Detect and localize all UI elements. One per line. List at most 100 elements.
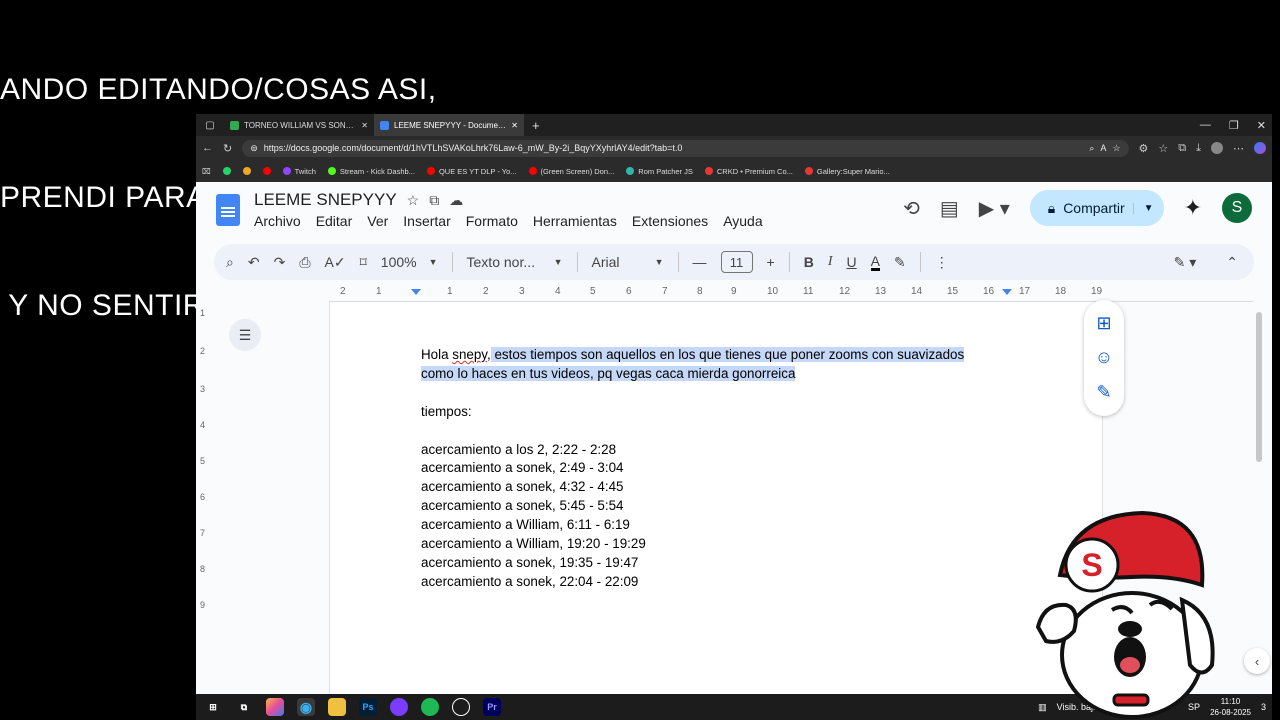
url-field[interactable]: ⊜ https://docs.google.com/document/d/1hV… [242, 139, 1129, 157]
bookmark-twitch[interactable]: Twitch [282, 167, 316, 176]
minimize-icon[interactable]: — [1200, 119, 1211, 131]
youtube-icon[interactable] [262, 167, 271, 175]
underline-icon[interactable]: U [847, 254, 857, 270]
tab-leeme[interactable]: LEEME SNEPYYY - Documentos de ✕ [374, 114, 524, 136]
menu-ayuda[interactable]: Ayuda [723, 213, 762, 229]
whatsapp-icon[interactable] [222, 167, 231, 175]
cloud-saved-icon[interactable]: ☁ [449, 192, 463, 209]
bookmark-rompatcher[interactable]: Rom Patcher JS [626, 167, 693, 176]
misspelled-word[interactable]: snepy [452, 347, 487, 362]
document-body[interactable]: Hola snepy, estos tiempos son aquellos e… [421, 346, 1001, 592]
menu-editar[interactable]: Editar [316, 213, 353, 229]
bookmark-greenscreen[interactable]: (Green Screen) Don... [528, 167, 614, 176]
more-icon[interactable]: ⋯ [1233, 142, 1244, 155]
undo-icon[interactable]: ↶ [248, 254, 260, 271]
youtube-icon [528, 167, 537, 175]
decrease-font-size-icon[interactable]: — [693, 254, 707, 270]
suggest-edits-icon[interactable]: ✎ [1096, 382, 1111, 403]
gemini-icon[interactable]: ✦ [1184, 195, 1202, 221]
close-icon[interactable]: ✕ [361, 121, 368, 130]
zoom-select[interactable]: 100% ▼ [381, 254, 438, 270]
history-icon[interactable]: ⟲ [903, 196, 920, 221]
star-icon[interactable]: ☆ [407, 192, 420, 209]
tab-actions-icon[interactable]: ▢ [196, 120, 224, 131]
extensions-icon[interactable]: ⚙ [1139, 142, 1149, 155]
move-folder-icon[interactable]: ⧉ [429, 192, 439, 209]
left-indent-marker-icon[interactable] [411, 289, 421, 295]
increase-font-size-icon[interactable]: + [767, 254, 775, 270]
italic-icon[interactable]: I [828, 254, 833, 270]
horizontal-ruler[interactable]: 2 1 1 2 3 4 5 6 7 8 9 10 11 12 13 14 15 … [329, 286, 1253, 302]
menu-formato[interactable]: Formato [466, 213, 518, 229]
share-button[interactable]: 🔒︎ Compartir ▼ [1029, 190, 1164, 226]
edge-browser-icon[interactable]: ◉ [297, 698, 315, 716]
obs-icon[interactable] [452, 698, 470, 716]
tab-torneo[interactable]: TORNEO WILLIAM VS SONEK - Goog ✕ [224, 114, 374, 136]
menu-insertar[interactable]: Insertar [403, 213, 450, 229]
maximize-icon[interactable]: ❐ [1229, 119, 1239, 132]
editing-mode-icon[interactable]: ✎ ▾ [1174, 254, 1197, 271]
download-icon[interactable]: ⤓ [1196, 142, 1201, 155]
font-size-input[interactable]: 11 [720, 251, 753, 273]
search-menus-icon[interactable]: ⌕ [226, 254, 234, 271]
new-tab-button[interactable]: + [532, 118, 540, 133]
bookmark-icon[interactable] [242, 167, 251, 175]
notifications-badge[interactable]: 3 [1261, 702, 1266, 712]
print-icon[interactable]: ⎙ [299, 254, 310, 271]
collections-icon[interactable]: ⧉ [1178, 142, 1186, 155]
menu-archivo[interactable]: Archivo [254, 213, 301, 229]
bold-icon[interactable]: B [804, 254, 814, 270]
spotify-icon[interactable] [421, 698, 439, 716]
discord-icon[interactable] [390, 698, 408, 716]
font-select[interactable]: Arial ▼ [592, 254, 664, 270]
emoji-reaction-icon[interactable]: ☺ [1095, 347, 1113, 368]
document-outline-icon[interactable]: ☰ [229, 319, 261, 351]
add-comment-icon[interactable]: ⊞ [1096, 313, 1111, 334]
document-title[interactable]: LEEME SNEPYYY [254, 190, 397, 210]
close-window-icon[interactable]: ✕ [1257, 119, 1266, 132]
bookmark-crkd[interactable]: CRKD • Premium Co... [704, 167, 793, 176]
highlight-icon[interactable]: ✎ [894, 254, 906, 271]
redo-icon[interactable]: ↷ [274, 254, 286, 271]
vertical-scrollbar[interactable] [1256, 312, 1262, 462]
copilot-icon[interactable] [1254, 142, 1266, 154]
task-view-icon[interactable]: ⧉ [235, 698, 253, 716]
collapse-menus-icon[interactable]: ⌃ [1226, 254, 1238, 271]
menu-herramientas[interactable]: Herramientas [533, 213, 617, 229]
meet-icon[interactable]: ▶ ▾ [979, 196, 1010, 221]
comments-icon[interactable]: ▤ [940, 196, 959, 221]
favorites-icon[interactable]: ☆ [1158, 142, 1168, 155]
close-icon[interactable]: ✕ [511, 121, 518, 130]
back-icon[interactable]: ← [202, 142, 213, 154]
photoshop-icon[interactable]: Ps [359, 698, 377, 716]
refresh-icon[interactable]: ↻ [223, 142, 232, 155]
style-select[interactable]: Texto nor... ▼ [467, 254, 563, 270]
menu-ver[interactable]: Ver [367, 213, 388, 229]
vertical-ruler[interactable]: 1 2 3 4 5 6 7 8 9 [200, 306, 210, 686]
bookmark-mario[interactable]: Gallery:Super Mario... [804, 167, 890, 176]
favorite-star-icon[interactable]: ☆ [1112, 143, 1120, 154]
bookmark-import-icon[interactable]: ⌧ [202, 167, 211, 176]
avatar[interactable]: S [1222, 193, 1252, 223]
menu-extensiones[interactable]: Extensiones [632, 213, 708, 229]
read-aloud-icon[interactable]: A [1100, 143, 1106, 153]
docs-logo-icon[interactable] [216, 194, 240, 226]
windows-start-icon[interactable]: ⊞ [204, 698, 222, 716]
paint-format-icon[interactable]: ⌑ [360, 254, 367, 271]
bookmark-ytdlp[interactable]: QUE ES YT DLP - Yo... [426, 167, 517, 176]
zoom-icon[interactable]: ⌕ [1089, 143, 1094, 154]
more-options-icon[interactable]: ⋮ [935, 254, 949, 271]
file-explorer-icon[interactable] [328, 698, 346, 716]
text-color-icon[interactable]: A [870, 254, 880, 271]
profile-icon[interactable] [1211, 142, 1223, 154]
spellcheck-icon[interactable]: A✓ [325, 254, 346, 271]
premiere-icon[interactable]: Pr [483, 698, 501, 716]
bookmark-kick[interactable]: Stream - Kick Dashb... [327, 167, 415, 176]
document-page[interactable]: Hola snepy, estos tiempos son aquellos e… [329, 302, 1103, 694]
share-dropdown-icon[interactable]: ▼ [1132, 202, 1154, 214]
right-indent-marker-icon[interactable] [1002, 289, 1012, 295]
site-info-icon[interactable]: ⊜ [250, 143, 258, 154]
copilot-app-icon[interactable] [266, 698, 284, 716]
side-panel-toggle-icon[interactable]: ‹ [1244, 648, 1270, 674]
time-entry: acercamiento a los 2, 2:22 - 2:28 [421, 441, 617, 457]
